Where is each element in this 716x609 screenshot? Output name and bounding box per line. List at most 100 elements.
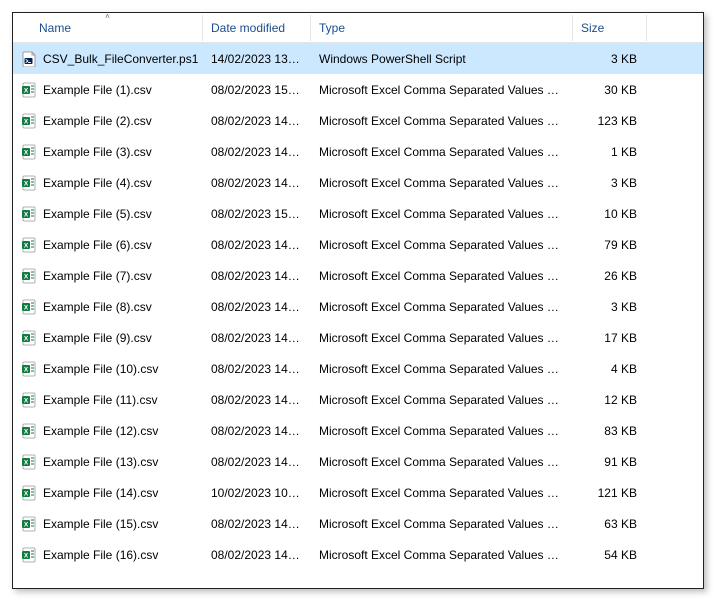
- file-row[interactable]: Example File (2).csv 08/02/2023 14.42Micr…: [13, 105, 703, 136]
- file-row[interactable]: Example File (5).csv08/02/2023 15.37Micr…: [13, 198, 703, 229]
- file-name-cell: Example File (1).csv: [13, 82, 203, 98]
- file-type-cell: Microsoft Excel Comma Separated Values F…: [311, 455, 573, 469]
- file-size-cell: 79 KB: [573, 238, 647, 252]
- excel-file-icon: [21, 113, 37, 129]
- file-row[interactable]: Example File (7).csv08/02/2023 14.54Micr…: [13, 260, 703, 291]
- file-size-cell: 63 KB: [573, 517, 647, 531]
- file-size-cell: 3 KB: [573, 176, 647, 190]
- excel-file-icon: [21, 485, 37, 501]
- excel-file-icon: [21, 392, 37, 408]
- file-name-cell: Example File (6).csv: [13, 237, 203, 253]
- file-name-label: Example File (4).csv: [43, 176, 152, 190]
- file-row[interactable]: Example File (13).csv08/02/2023 14.32Mic…: [13, 446, 703, 477]
- column-header-size[interactable]: Size: [573, 15, 647, 41]
- file-name-label: Example File (7).csv: [43, 269, 152, 283]
- file-row[interactable]: Example File (8).csv08/02/2023 14.35Micr…: [13, 291, 703, 322]
- file-size-cell: 91 KB: [573, 455, 647, 469]
- file-date-cell: 08/02/2023 14.24: [203, 331, 311, 345]
- file-date-cell: 08/02/2023 14.35: [203, 424, 311, 438]
- file-name-cell: Example File (13).csv: [13, 454, 203, 470]
- powershell-file-icon: [21, 51, 37, 67]
- file-name-label: Example File (9).csv: [43, 331, 152, 345]
- file-name-cell: Example File (10).csv: [13, 361, 203, 377]
- file-name-cell: CSV_Bulk_FileConverter.ps1: [13, 51, 203, 67]
- file-name-cell: Example File (5).csv: [13, 206, 203, 222]
- file-size-cell: 26 KB: [573, 269, 647, 283]
- file-name-cell: Example File (4).csv: [13, 175, 203, 191]
- file-date-cell: 08/02/2023 14.24: [203, 548, 311, 562]
- file-row[interactable]: Example File (16).csv08/02/2023 14.24Mic…: [13, 539, 703, 570]
- file-size-cell: 54 KB: [573, 548, 647, 562]
- file-type-cell: Microsoft Excel Comma Separated Values F…: [311, 176, 573, 190]
- file-size-cell: 3 KB: [573, 52, 647, 66]
- file-type-cell: Microsoft Excel Comma Separated Values F…: [311, 517, 573, 531]
- file-name-cell: Example File (9).csv: [13, 330, 203, 346]
- excel-file-icon: [21, 423, 37, 439]
- file-type-cell: Microsoft Excel Comma Separated Values F…: [311, 424, 573, 438]
- file-name-cell: Example File (11).csv: [13, 392, 203, 408]
- file-size-cell: 1 KB: [573, 145, 647, 159]
- file-date-cell: 08/02/2023 15.37: [203, 207, 311, 221]
- file-row[interactable]: Example File (1).csv08/02/2023 15.59Micr…: [13, 74, 703, 105]
- excel-file-icon: [21, 144, 37, 160]
- file-row[interactable]: CSV_Bulk_FileConverter.ps1 14/02/2023 13.…: [13, 43, 703, 74]
- file-date-cell: 10/02/2023 10.05: [203, 486, 311, 500]
- file-date-cell: 08/02/2023 14.42: [203, 114, 311, 128]
- excel-file-icon: [21, 268, 37, 284]
- file-name-cell: Example File (7).csv: [13, 268, 203, 284]
- file-size-cell: 123 KB: [573, 114, 647, 128]
- file-size-cell: 121 KB: [573, 486, 647, 500]
- file-name-cell: Example File (12).csv: [13, 423, 203, 439]
- file-row[interactable]: Example File (6).csv08/02/2023 14.20Micr…: [13, 229, 703, 260]
- file-name-cell: Example File (15).csv: [13, 516, 203, 532]
- sort-indicator-icon: ˄: [105, 12, 110, 21]
- file-date-cell: 08/02/2023 15.59: [203, 83, 311, 97]
- excel-file-icon: [21, 206, 37, 222]
- file-name-label: Example File (2).csv: [43, 114, 152, 128]
- file-row[interactable]: Example File (14).csv10/02/2023 10.05Mic…: [13, 477, 703, 508]
- file-row[interactable]: Example File (12).csv08/02/2023 14.35Mic…: [13, 415, 703, 446]
- file-date-cell: 08/02/2023 14.54: [203, 269, 311, 283]
- file-size-cell: 3 KB: [573, 300, 647, 314]
- excel-file-icon: [21, 175, 37, 191]
- file-type-cell: Microsoft Excel Comma Separated Values F…: [311, 145, 573, 159]
- file-explorer: ˄ Name Date modified Type Size CSV_Bulk_…: [12, 12, 704, 589]
- file-size-cell: 30 KB: [573, 83, 647, 97]
- file-type-cell: Microsoft Excel Comma Separated Values F…: [311, 114, 573, 128]
- file-row[interactable]: Example File (15).csv08/02/2023 14.20Mic…: [13, 508, 703, 539]
- file-name-label: Example File (6).csv: [43, 238, 152, 252]
- column-header-name[interactable]: ˄ Name: [13, 15, 203, 41]
- file-date-cell: 08/02/2023 14.20: [203, 517, 311, 531]
- file-name-cell: Example File (3).csv: [13, 144, 203, 160]
- file-date-cell: 08/02/2023 14.31: [203, 393, 311, 407]
- file-name-label: Example File (11).csv: [43, 393, 157, 407]
- excel-file-icon: [21, 299, 37, 315]
- file-type-cell: Windows PowerShell Script: [311, 52, 573, 66]
- file-row[interactable]: Example File (4).csv08/02/2023 14.24Micr…: [13, 167, 703, 198]
- file-name-cell: Example File (14).csv: [13, 485, 203, 501]
- file-type-cell: Microsoft Excel Comma Separated Values F…: [311, 331, 573, 345]
- excel-file-icon: [21, 547, 37, 563]
- file-type-cell: Microsoft Excel Comma Separated Values F…: [311, 548, 573, 562]
- excel-file-icon: [21, 82, 37, 98]
- file-size-cell: 12 KB: [573, 393, 647, 407]
- file-row[interactable]: Example File (9).csv 08/02/2023 14.24Micr…: [13, 322, 703, 353]
- file-size-cell: 4 KB: [573, 362, 647, 376]
- file-name-cell: Example File (8).csv: [13, 299, 203, 315]
- file-name-label: Example File (3).csv: [43, 145, 152, 159]
- column-header-size-label: Size: [581, 21, 604, 35]
- file-name-label: CSV_Bulk_FileConverter.ps1: [43, 52, 198, 66]
- file-type-cell: Microsoft Excel Comma Separated Values F…: [311, 238, 573, 252]
- file-date-cell: 08/02/2023 14.23: [203, 362, 311, 376]
- file-row[interactable]: Example File (3).csv08/02/2023 14.19Micr…: [13, 136, 703, 167]
- file-name-label: Example File (10).csv: [43, 362, 158, 376]
- file-row[interactable]: Example File (10).csv 08/02/2023 14.23Mic…: [13, 353, 703, 384]
- file-name-cell: Example File (2).csv: [13, 113, 203, 129]
- file-date-cell: 14/02/2023 13.34: [203, 52, 311, 66]
- excel-file-icon: [21, 361, 37, 377]
- file-row[interactable]: Example File (11).csv08/02/2023 14.31Mic…: [13, 384, 703, 415]
- file-type-cell: Microsoft Excel Comma Separated Values F…: [311, 362, 573, 376]
- column-header-type[interactable]: Type: [311, 15, 573, 41]
- column-header-date[interactable]: Date modified: [203, 15, 311, 41]
- column-header-name-label: Name: [39, 21, 71, 35]
